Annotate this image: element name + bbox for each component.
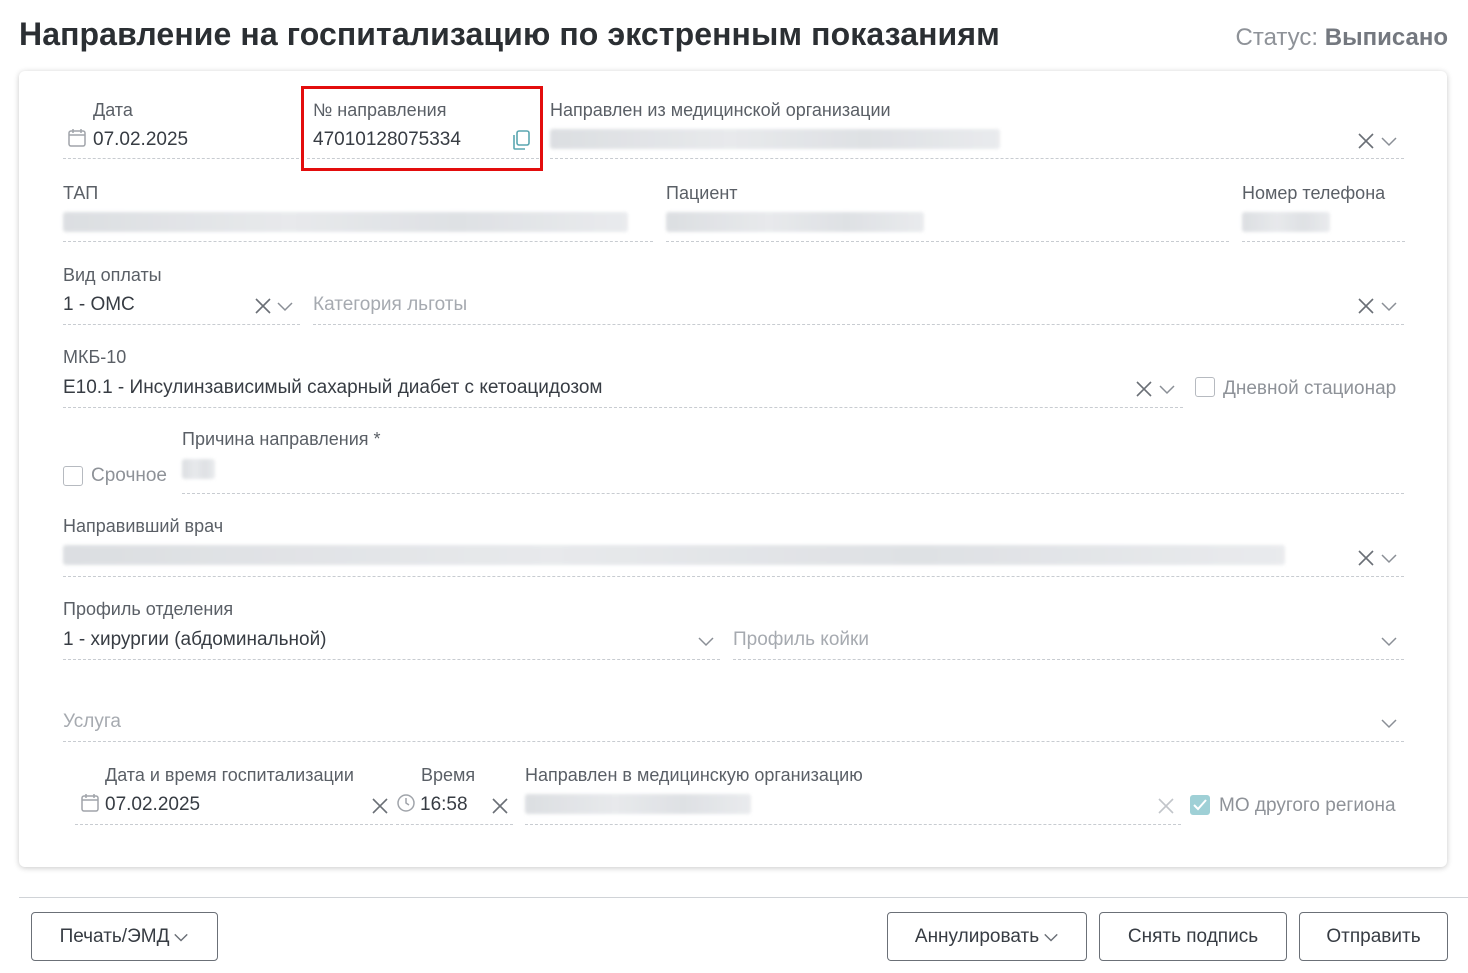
patient-label: Пациент [666, 183, 738, 203]
close-icon[interactable] [371, 797, 389, 815]
tap-label: ТАП [63, 183, 99, 203]
reason-value[interactable] [182, 459, 215, 479]
chevron-down-icon[interactable] [697, 632, 715, 650]
hosp-date-input[interactable]: 07.02.2025 [105, 794, 200, 816]
remove-signature-label: Снять подпись [1127, 925, 1259, 947]
chevron-down-icon [173, 929, 189, 945]
mkb-underline [63, 407, 1183, 408]
close-icon[interactable] [491, 797, 509, 815]
chevron-down-icon[interactable] [1380, 297, 1398, 315]
reason-label: Причина направления * [182, 429, 381, 449]
phone-label: Номер телефона [1242, 183, 1386, 203]
page-title: Направление на госпитализацию по экстрен… [19, 16, 1000, 52]
benefit-underline [313, 324, 1404, 325]
date-label: Дата [93, 100, 133, 120]
close-icon[interactable] [1135, 380, 1153, 398]
phone-underline [1242, 241, 1405, 242]
from-org-label: Направлен из медицинской организации [550, 100, 891, 120]
send-button[interactable]: Отправить [1299, 912, 1448, 961]
patient-value [666, 212, 924, 232]
to-org-underline [525, 824, 1181, 825]
close-icon[interactable] [1157, 797, 1175, 815]
mkb-label: МКБ-10 [63, 347, 127, 367]
date-underline [63, 158, 299, 159]
status-text: Статус: Выписано [1236, 24, 1448, 52]
calendar-icon[interactable] [80, 793, 100, 813]
payment-select[interactable]: 1 - ОМС [63, 294, 135, 316]
close-icon[interactable] [1357, 297, 1375, 315]
to-org-value[interactable] [525, 794, 751, 814]
dept-profile-underline [63, 659, 720, 660]
payment-label: Вид оплаты [63, 265, 162, 285]
chevron-down-icon[interactable] [1380, 714, 1398, 732]
service-select[interactable]: Услуга [63, 711, 121, 733]
print-emd-label: Печать/ЭМД [59, 925, 170, 947]
from-org-underline [550, 158, 1404, 159]
send-label: Отправить [1326, 925, 1421, 947]
phone-value [1242, 212, 1330, 232]
doctor-underline [63, 576, 1404, 577]
doctor-label: Направивший врач [63, 516, 224, 536]
referral-form-card: Дата 07.02.2025 № направления 4701012807… [19, 71, 1447, 867]
urgent-checkbox[interactable] [63, 466, 83, 486]
hosp-datetime-label: Дата и время госпитализации [105, 765, 354, 785]
chevron-down-icon[interactable] [276, 297, 294, 315]
chevron-down-icon[interactable] [1158, 380, 1176, 398]
time-underline [396, 824, 513, 825]
reason-underline [182, 493, 1404, 494]
tap-value [63, 212, 628, 232]
time-label: Время [421, 765, 476, 785]
patient-underline [666, 241, 1229, 242]
date-input[interactable]: 07.02.2025 [93, 129, 188, 151]
urgent-label: Срочное [91, 465, 167, 486]
bed-profile-underline [733, 659, 1404, 660]
footer-divider [19, 897, 1468, 898]
referral-number-highlight [301, 86, 543, 171]
close-icon[interactable] [254, 297, 272, 315]
chevron-down-icon[interactable] [1380, 132, 1398, 150]
bed-profile-select[interactable]: Профиль койки [733, 629, 869, 651]
print-emd-button[interactable]: Печать/ЭМД [31, 912, 218, 961]
close-icon[interactable] [1357, 132, 1375, 150]
hosp-date-underline [75, 824, 393, 825]
from-org-value[interactable] [550, 129, 1000, 149]
cancel-referral-label: Аннулировать [914, 925, 1040, 947]
payment-underline [63, 324, 300, 325]
other-region-label: МО другого региона [1219, 795, 1396, 816]
dept-profile-select[interactable]: 1 - хирургии (абдоминальной) [63, 629, 327, 651]
to-org-label: Направлен в медицинскую организацию [525, 765, 863, 785]
remove-signature-button[interactable]: Снять подпись [1099, 912, 1287, 961]
time-input[interactable]: 16:58 [420, 794, 468, 816]
status-badge: Выписано [1324, 24, 1448, 51]
chevron-down-icon[interactable] [1380, 549, 1398, 567]
clock-icon[interactable] [396, 793, 416, 813]
cancel-referral-button[interactable]: Аннулировать [887, 912, 1087, 961]
day-hospital-label: Дневной стационар [1223, 378, 1397, 399]
calendar-icon[interactable] [67, 128, 87, 148]
service-underline [63, 741, 1404, 742]
other-region-checkbox[interactable] [1190, 795, 1210, 815]
close-icon[interactable] [1357, 549, 1375, 567]
doctor-select[interactable] [63, 545, 1285, 565]
mkb-select[interactable]: E10.1 - Инсулинзависимый сахарный диабет… [63, 377, 602, 399]
chevron-down-icon[interactable] [1380, 632, 1398, 650]
day-hospital-checkbox[interactable] [1195, 377, 1215, 397]
status-label: Статус: [1235, 24, 1319, 51]
chevron-down-icon [1043, 929, 1059, 945]
dept-profile-label: Профиль отделения [63, 599, 234, 619]
tap-underline [63, 241, 653, 242]
benefit-select[interactable]: Категория льготы [313, 294, 467, 316]
